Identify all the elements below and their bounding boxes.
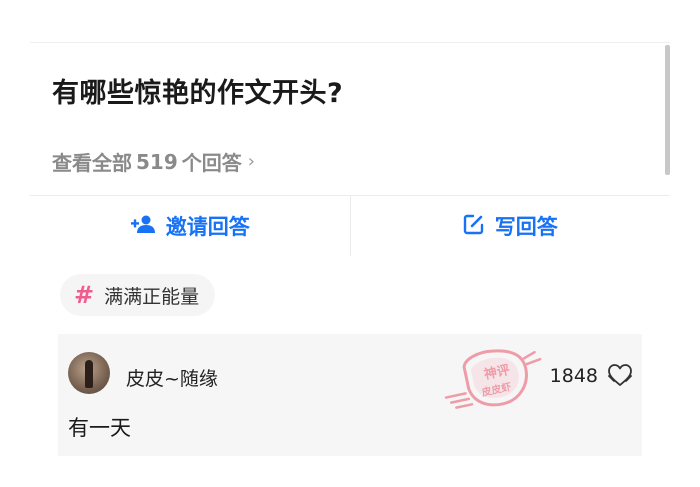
avatar-figure	[85, 360, 93, 388]
question-card: 有哪些惊艳的作文开头? 查看全部 519 个回答 › 邀请回答 写回答	[30, 42, 670, 256]
author-name[interactable]: 皮皮~随缘	[126, 364, 218, 391]
heart-hands-icon[interactable]	[606, 362, 634, 388]
write-answer-label: 写回答	[494, 215, 558, 239]
avatar[interactable]	[68, 352, 110, 394]
like-count: 1848	[549, 365, 598, 387]
view-all-prefix: 查看全部	[52, 151, 132, 175]
action-bar: 邀请回答 写回答	[30, 196, 670, 256]
chevron-right-icon: ›	[247, 151, 255, 172]
invite-answer-label: 邀请回答	[165, 215, 250, 239]
answer-excerpt[interactable]: 有一天	[68, 412, 131, 442]
write-answer-button[interactable]: 写回答	[351, 196, 671, 256]
topic-tag[interactable]: # 满满正能量	[60, 274, 216, 316]
page: 有哪些惊艳的作文开头? 查看全部 519 个回答 › 邀请回答 写回答 # 满满…	[0, 0, 700, 487]
view-all-suffix: 个回答	[181, 151, 242, 175]
hash-icon: #	[74, 281, 95, 309]
question-title[interactable]: 有哪些惊艳的作文开头?	[52, 71, 343, 110]
edit-icon	[463, 213, 485, 240]
answer-card[interactable]: 皮皮~随缘 1848 有一天	[58, 334, 642, 456]
topic-label: 满满正能量	[104, 285, 200, 308]
invite-answer-button[interactable]: 邀请回答	[30, 196, 350, 256]
view-all-answers-link[interactable]: 查看全部 519 个回答 ›	[52, 147, 255, 176]
add-user-icon	[130, 214, 156, 239]
scrollbar[interactable]	[665, 45, 670, 175]
answer-count: 519	[136, 149, 178, 174]
